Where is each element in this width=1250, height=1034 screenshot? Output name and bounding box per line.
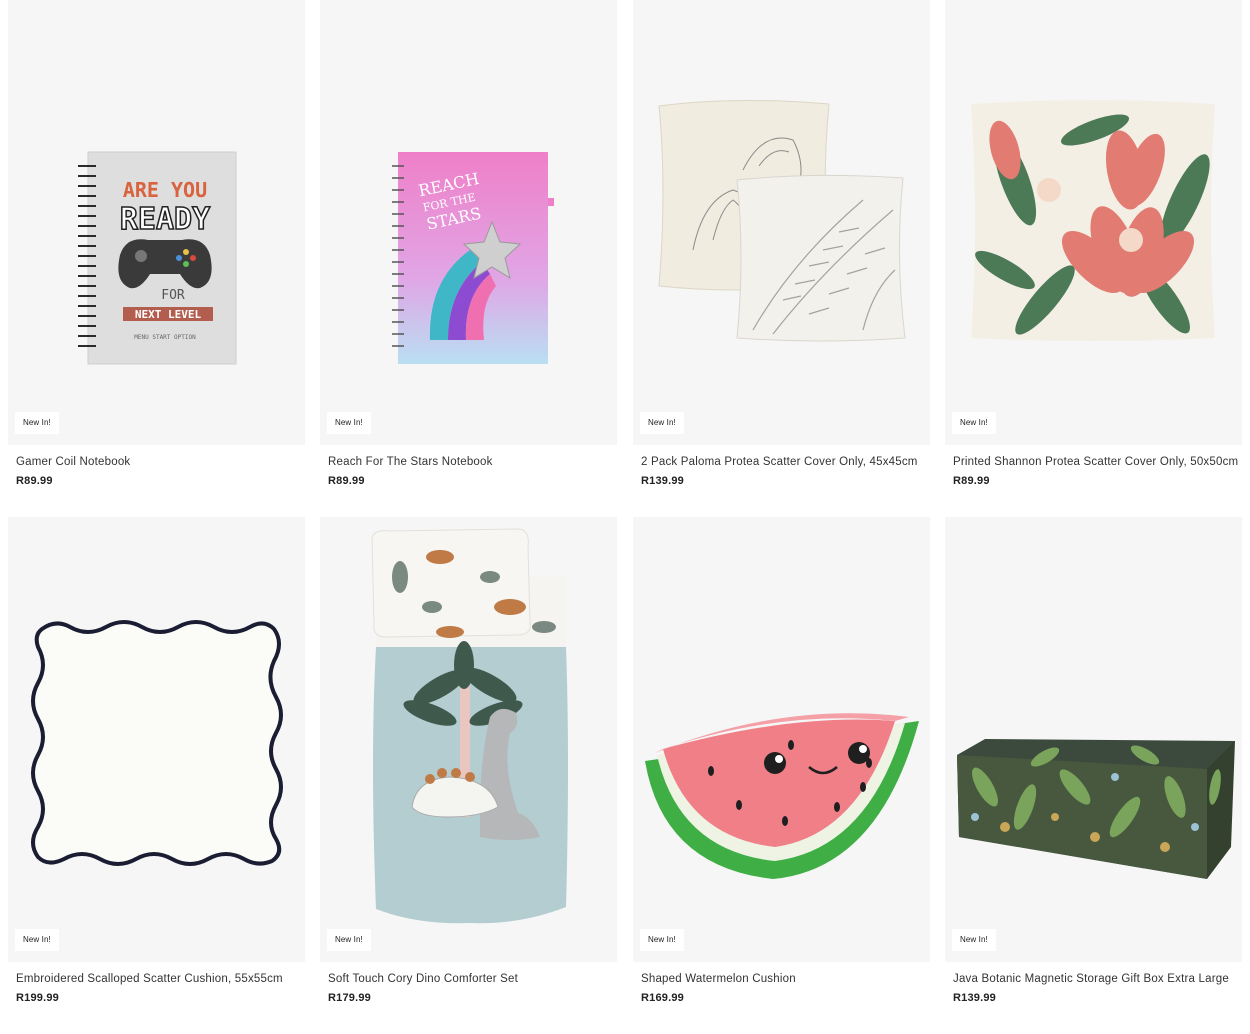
gamer-notebook-image: ARE YOU READY FOR NEXT LEVEL MENU START … bbox=[78, 151, 237, 365]
new-in-badge: New In! bbox=[327, 412, 371, 434]
product-price: R199.99 bbox=[16, 992, 59, 1004]
product-image-link[interactable]: New In! bbox=[633, 517, 930, 962]
product-grid: ARE YOU READY FOR NEXT LEVEL MENU START … bbox=[0, 0, 1250, 1034]
new-in-badge: New In! bbox=[327, 929, 371, 951]
product-card[interactable]: New In! 2 Pack Paloma Protea Scatter Cov… bbox=[633, 0, 930, 487]
product-name[interactable]: 2 Pack Paloma Protea Scatter Cover Only,… bbox=[641, 456, 918, 468]
product-price: R139.99 bbox=[953, 992, 996, 1004]
product-price: R179.99 bbox=[328, 992, 371, 1004]
product-name[interactable]: Reach For The Stars Notebook bbox=[328, 456, 493, 468]
botanic-gift-box-image bbox=[957, 739, 1235, 879]
new-in-badge: New In! bbox=[15, 929, 59, 951]
new-in-badge: New In! bbox=[640, 412, 684, 434]
product-price: R89.99 bbox=[16, 475, 53, 487]
product-image-link[interactable]: New In! bbox=[945, 0, 1242, 445]
dino-comforter-image bbox=[371, 528, 568, 924]
new-in-badge: New In! bbox=[640, 929, 684, 951]
product-price: R139.99 bbox=[641, 475, 684, 487]
product-price: R169.99 bbox=[641, 992, 684, 1004]
cover-text: FOR bbox=[161, 288, 185, 303]
stars-notebook-image: REACH FOR THE STARS bbox=[392, 152, 554, 364]
product-card[interactable]: REACH FOR THE STARS New In! Reach For Th… bbox=[320, 0, 617, 487]
new-in-badge: New In! bbox=[952, 929, 996, 951]
product-name[interactable]: Java Botanic Magnetic Storage Gift Box E… bbox=[953, 973, 1229, 985]
protea-cushion-pair-image bbox=[658, 99, 906, 342]
product-image-link[interactable]: New In! bbox=[633, 0, 930, 445]
product-card[interactable]: ARE YOU READY FOR NEXT LEVEL MENU START … bbox=[8, 0, 305, 487]
product-card[interactable]: New In! Java Botanic Magnetic Storage Gi… bbox=[945, 517, 1242, 1004]
product-image-link[interactable]: New In! bbox=[320, 517, 617, 962]
watermelon-cushion-image bbox=[645, 713, 919, 879]
product-name[interactable]: Shaped Watermelon Cushion bbox=[641, 973, 796, 985]
product-image-link[interactable]: REACH FOR THE STARS New In! bbox=[320, 0, 617, 445]
cover-text: NEXT LEVEL bbox=[135, 308, 202, 321]
product-name[interactable]: Gamer Coil Notebook bbox=[16, 456, 130, 468]
product-card[interactable]: New In! Soft Touch Cory Dino Comforter S… bbox=[320, 517, 617, 1004]
product-card[interactable]: New In! Shaped Watermelon Cushion R169.9… bbox=[633, 517, 930, 1004]
product-name[interactable]: Soft Touch Cory Dino Comforter Set bbox=[328, 973, 518, 985]
cover-text: MENU START OPTION bbox=[134, 334, 196, 341]
cover-text: ARE YOU bbox=[123, 178, 207, 202]
product-price: R89.99 bbox=[953, 475, 990, 487]
product-card[interactable]: New In! Embroidered Scalloped Scatter Cu… bbox=[8, 517, 305, 1004]
cover-text: READY bbox=[120, 202, 210, 237]
product-price: R89.99 bbox=[328, 475, 365, 487]
product-card[interactable]: New In! Printed Shannon Protea Scatter C… bbox=[945, 0, 1242, 487]
new-in-badge: New In! bbox=[15, 412, 59, 434]
product-image-link[interactable]: New In! bbox=[945, 517, 1242, 962]
protea-cushion-image bbox=[971, 100, 1215, 341]
product-name[interactable]: Printed Shannon Protea Scatter Cover Onl… bbox=[953, 456, 1238, 468]
product-image-link[interactable]: New In! bbox=[8, 517, 305, 962]
product-image-link[interactable]: ARE YOU READY FOR NEXT LEVEL MENU START … bbox=[8, 0, 305, 445]
new-in-badge: New In! bbox=[952, 412, 996, 434]
product-name[interactable]: Embroidered Scalloped Scatter Cushion, 5… bbox=[16, 973, 283, 985]
scalloped-cushion-image bbox=[31, 620, 283, 866]
